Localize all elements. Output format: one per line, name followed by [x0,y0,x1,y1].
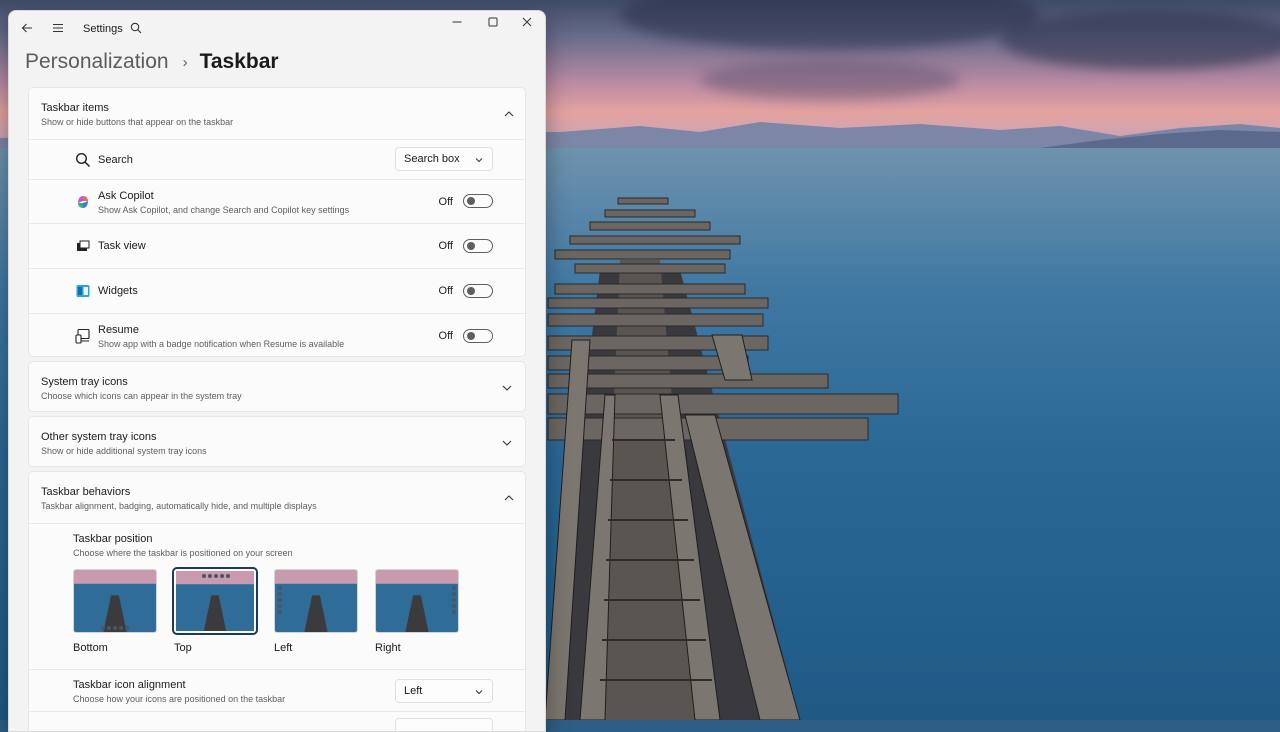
breadcrumb: Personalization › Taskbar [25,46,279,78]
section-title: Taskbar behaviors [41,486,131,498]
resume-icon [75,328,90,344]
resume-toggle[interactable] [463,329,493,343]
taskbar-alignment-subtitle: Choose how your icons are positioned on … [73,694,286,704]
navigation-menu-button[interactable] [46,16,70,40]
search-label: Search [98,154,133,166]
widgets-toggle-state: Off [438,285,453,297]
taskbar-items-header[interactable]: Taskbar items Show or hide buttons that … [29,88,527,139]
resume-description: Show app with a badge notification when … [98,339,345,349]
search-button[interactable] [124,16,148,40]
task-view-icon [77,240,90,251]
search-setting-row: Search Search box [29,139,527,179]
position-label-top: Top [174,642,192,654]
taskbar-position-setting: Taskbar position Choose where the taskba… [29,523,527,669]
chevron-down-icon [502,440,512,446]
copilot-icon [78,196,88,208]
position-label-left: Left [274,642,293,654]
next-setting-dropdown[interactable] [395,718,493,731]
maximize-button[interactable] [475,11,511,33]
ask-copilot-label: Ask Copilot [98,190,154,202]
wallpaper-thumbnail [74,570,156,632]
resume-setting-row: Resume Show app with a badge notificatio… [29,313,527,358]
app-title: Settings [83,23,123,35]
chevron-up-icon [504,111,514,117]
position-option-left[interactable] [274,569,358,633]
dropdown-value: Left [404,685,423,697]
dropdown-value: Search box [404,153,460,165]
search-mode-dropdown[interactable]: Search box [395,147,493,171]
task-view-label: Task view [98,240,146,252]
resume-toggle-state: Off [438,330,453,342]
position-option-bottom[interactable] [73,569,157,633]
taskbar-behaviors-section: Taskbar behaviors Taskbar alignment, bad… [28,471,527,731]
search-icon [130,22,142,34]
taskbar-behaviors-header[interactable]: Taskbar behaviors Taskbar alignment, bad… [29,472,527,523]
taskbar-indicator [101,626,129,630]
section-title: Taskbar items [41,102,109,114]
section-title: System tray icons [41,376,128,388]
taskbar-indicator [202,574,230,578]
taskbar-position-subtitle: Choose where the taskbar is positioned o… [73,548,293,558]
ask-copilot-toggle[interactable] [463,194,493,208]
settings-window: Settings Personalization › Taskbar Taskb… [8,10,546,732]
taskbar-position-title: Taskbar position [73,533,153,545]
section-subtitle: Show or hide additional system tray icon… [41,446,207,456]
taskbar-items-section: Taskbar items Show or hide buttons that … [28,87,527,358]
minimize-button[interactable] [439,11,475,33]
back-arrow-icon [21,23,32,33]
search-icon [75,152,91,168]
section-subtitle: Show or hide buttons that appear on the … [41,117,234,127]
chevron-up-icon [504,495,514,501]
ask-copilot-toggle-state: Off [438,196,453,208]
taskbar-alignment-dropdown[interactable]: Left [395,679,493,703]
close-icon [522,17,532,27]
task-view-toggle-state: Off [438,240,453,252]
maximize-icon [488,17,498,27]
chevron-down-icon [475,158,483,163]
page-title: Taskbar [199,50,279,73]
task-view-setting-row: Task view Off [29,223,527,268]
wallpaper-thumbnail [176,571,254,631]
taskbar-alignment-title: Taskbar icon alignment [73,679,186,691]
hamburger-menu-icon [53,23,63,33]
close-button[interactable] [509,11,545,33]
position-option-top[interactable] [172,567,258,635]
widgets-setting-row: Widgets Off [29,268,527,313]
taskbar-indicator [452,586,456,614]
widgets-icon [76,285,90,297]
chevron-down-icon [475,690,483,695]
position-label-right: Right [375,642,401,654]
ask-copilot-setting-row: Ask Copilot Show Ask Copilot, and change… [29,179,527,223]
section-subtitle: Choose which icons can appear in the sys… [41,391,242,401]
position-label-bottom: Bottom [73,642,108,654]
other-system-tray-icons-section[interactable]: Other system tray icons Show or hide add… [28,416,526,467]
breadcrumb-personalization-link[interactable]: Personalization [25,50,169,74]
position-option-right[interactable] [375,569,459,633]
task-view-toggle[interactable] [463,239,493,253]
section-title: Other system tray icons [41,431,157,443]
breadcrumb-separator: › [182,53,188,71]
next-behavior-setting-row [29,711,527,731]
taskbar-indicator [278,586,282,614]
chevron-down-icon [502,385,512,391]
section-subtitle: Taskbar alignment, badging, automaticall… [41,501,317,511]
ask-copilot-description: Show Ask Copilot, and change Search and … [98,205,350,215]
back-button[interactable] [15,16,39,40]
widgets-label: Widgets [98,285,138,297]
taskbar-alignment-setting: Taskbar icon alignment Choose how your i… [29,669,527,711]
minimize-icon [452,21,462,23]
widgets-toggle[interactable] [463,284,493,298]
system-tray-icons-section[interactable]: System tray icons Choose which icons can… [28,361,526,412]
wallpaper-thumbnail [275,570,357,632]
wallpaper-thumbnail [376,570,458,632]
title-bar: Settings [9,11,545,45]
resume-label: Resume [98,324,139,336]
